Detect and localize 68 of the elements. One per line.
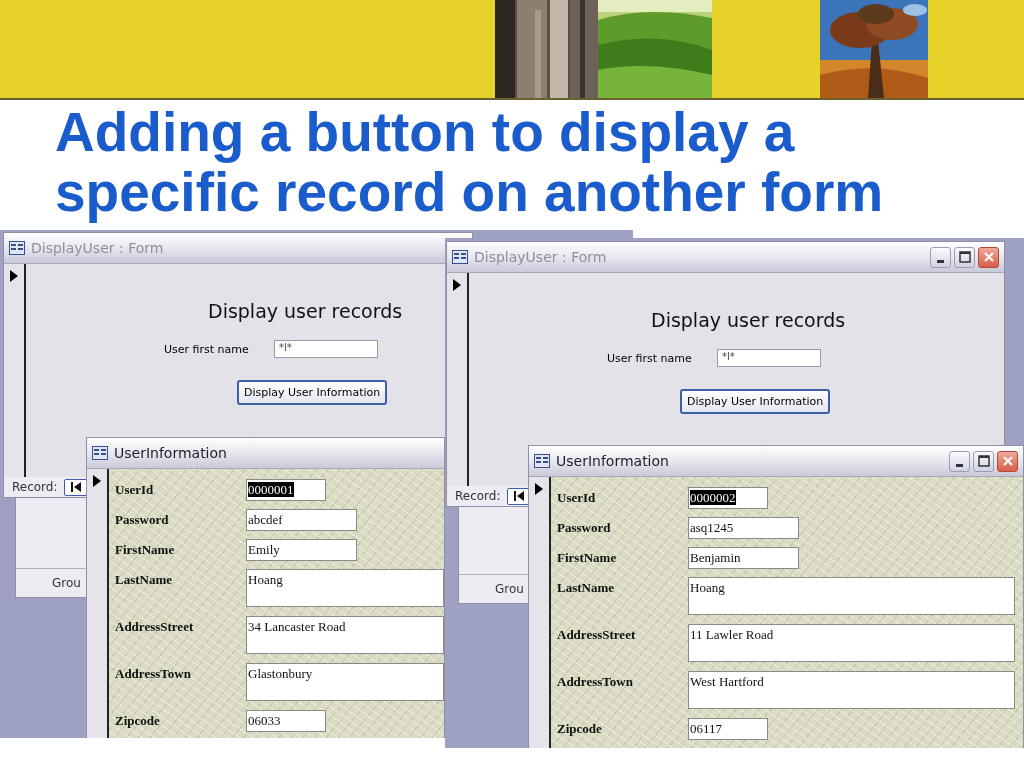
field-label: Password (557, 519, 612, 536)
field-label: LastName (115, 571, 174, 588)
field-label: Zipcode (557, 720, 603, 737)
first-record-button[interactable] (63, 478, 88, 496)
maximize-button[interactable] (973, 450, 994, 472)
close-icon (982, 251, 995, 263)
minimize-button[interactable] (930, 246, 951, 268)
first-name-field[interactable]: *l* (717, 349, 821, 367)
record-selector-icon (453, 279, 461, 291)
text-field[interactable]: Benjamin (688, 547, 799, 569)
record-label: Record: (455, 489, 501, 503)
first-record-icon (69, 482, 82, 492)
minimize-button[interactable] (949, 450, 970, 472)
window-title: UserInformation (114, 445, 227, 461)
form-heading: Display user records (208, 300, 403, 322)
close-button[interactable] (978, 246, 999, 268)
first-record-icon (512, 491, 525, 501)
text-field[interactable]: Hoang (246, 569, 444, 607)
record-label: Record: (12, 480, 58, 494)
field-label: AddressStreet (557, 626, 637, 643)
field-label: User first name (164, 342, 250, 356)
minimize-icon (937, 259, 944, 263)
group-label: Grou (52, 576, 81, 590)
slide-title: Adding a button to display a specific record on another form (55, 102, 885, 222)
field-label: AddressTown (115, 665, 192, 682)
first-name-field[interactable]: *l* (274, 340, 378, 358)
form-icon (452, 250, 468, 264)
close-icon (1001, 455, 1014, 467)
display-user-button[interactable]: Display User Information (680, 389, 831, 414)
text-field[interactable]: 0000001 (246, 479, 326, 501)
field-label: FirstName (115, 541, 176, 558)
text-field[interactable]: Glastonbury (246, 663, 444, 701)
field-label: User first name (607, 351, 693, 365)
text-field[interactable]: abcdef (246, 509, 357, 531)
text-field[interactable]: 34 Lancaster Road (246, 616, 444, 654)
field-label: Password (115, 511, 170, 528)
close-button[interactable] (997, 450, 1018, 472)
maximize-icon (977, 455, 990, 467)
form-icon (92, 446, 108, 460)
field-label: AddressTown (557, 673, 634, 690)
field-label: AddressStreet (115, 618, 195, 635)
text-field[interactable]: 06117 (688, 718, 768, 740)
minimize-icon (956, 463, 963, 467)
field-label: FirstName (557, 549, 618, 566)
form-heading: Display user records (651, 309, 846, 331)
field-label: UserId (115, 481, 155, 498)
maximize-icon (958, 251, 971, 263)
text-field[interactable]: asq1245 (688, 517, 799, 539)
text-field[interactable]: Emily (246, 539, 357, 561)
form-icon (9, 241, 25, 255)
field-label: LastName (557, 579, 616, 596)
window-title: DisplayUser : Form (31, 240, 164, 256)
text-field[interactable]: 06033 (246, 710, 326, 732)
text-field[interactable]: 11 Lawler Road (688, 624, 1015, 662)
record-selector-icon (93, 475, 101, 487)
group-label: Grou (495, 582, 524, 596)
text-field[interactable]: 0000002 (688, 487, 768, 509)
record-selector-icon (10, 270, 18, 282)
text-field[interactable]: West Hartford (688, 671, 1015, 709)
first-record-button[interactable] (506, 487, 531, 505)
window-title: UserInformation (556, 453, 669, 469)
maximize-button[interactable] (954, 246, 975, 268)
text-field[interactable]: Hoang (688, 577, 1015, 615)
form-icon (534, 454, 550, 468)
window-title: DisplayUser : Form (474, 249, 607, 265)
field-label: Zipcode (115, 712, 161, 729)
display-user-button[interactable]: Display User Information (237, 380, 388, 405)
field-label: UserId (557, 489, 597, 506)
